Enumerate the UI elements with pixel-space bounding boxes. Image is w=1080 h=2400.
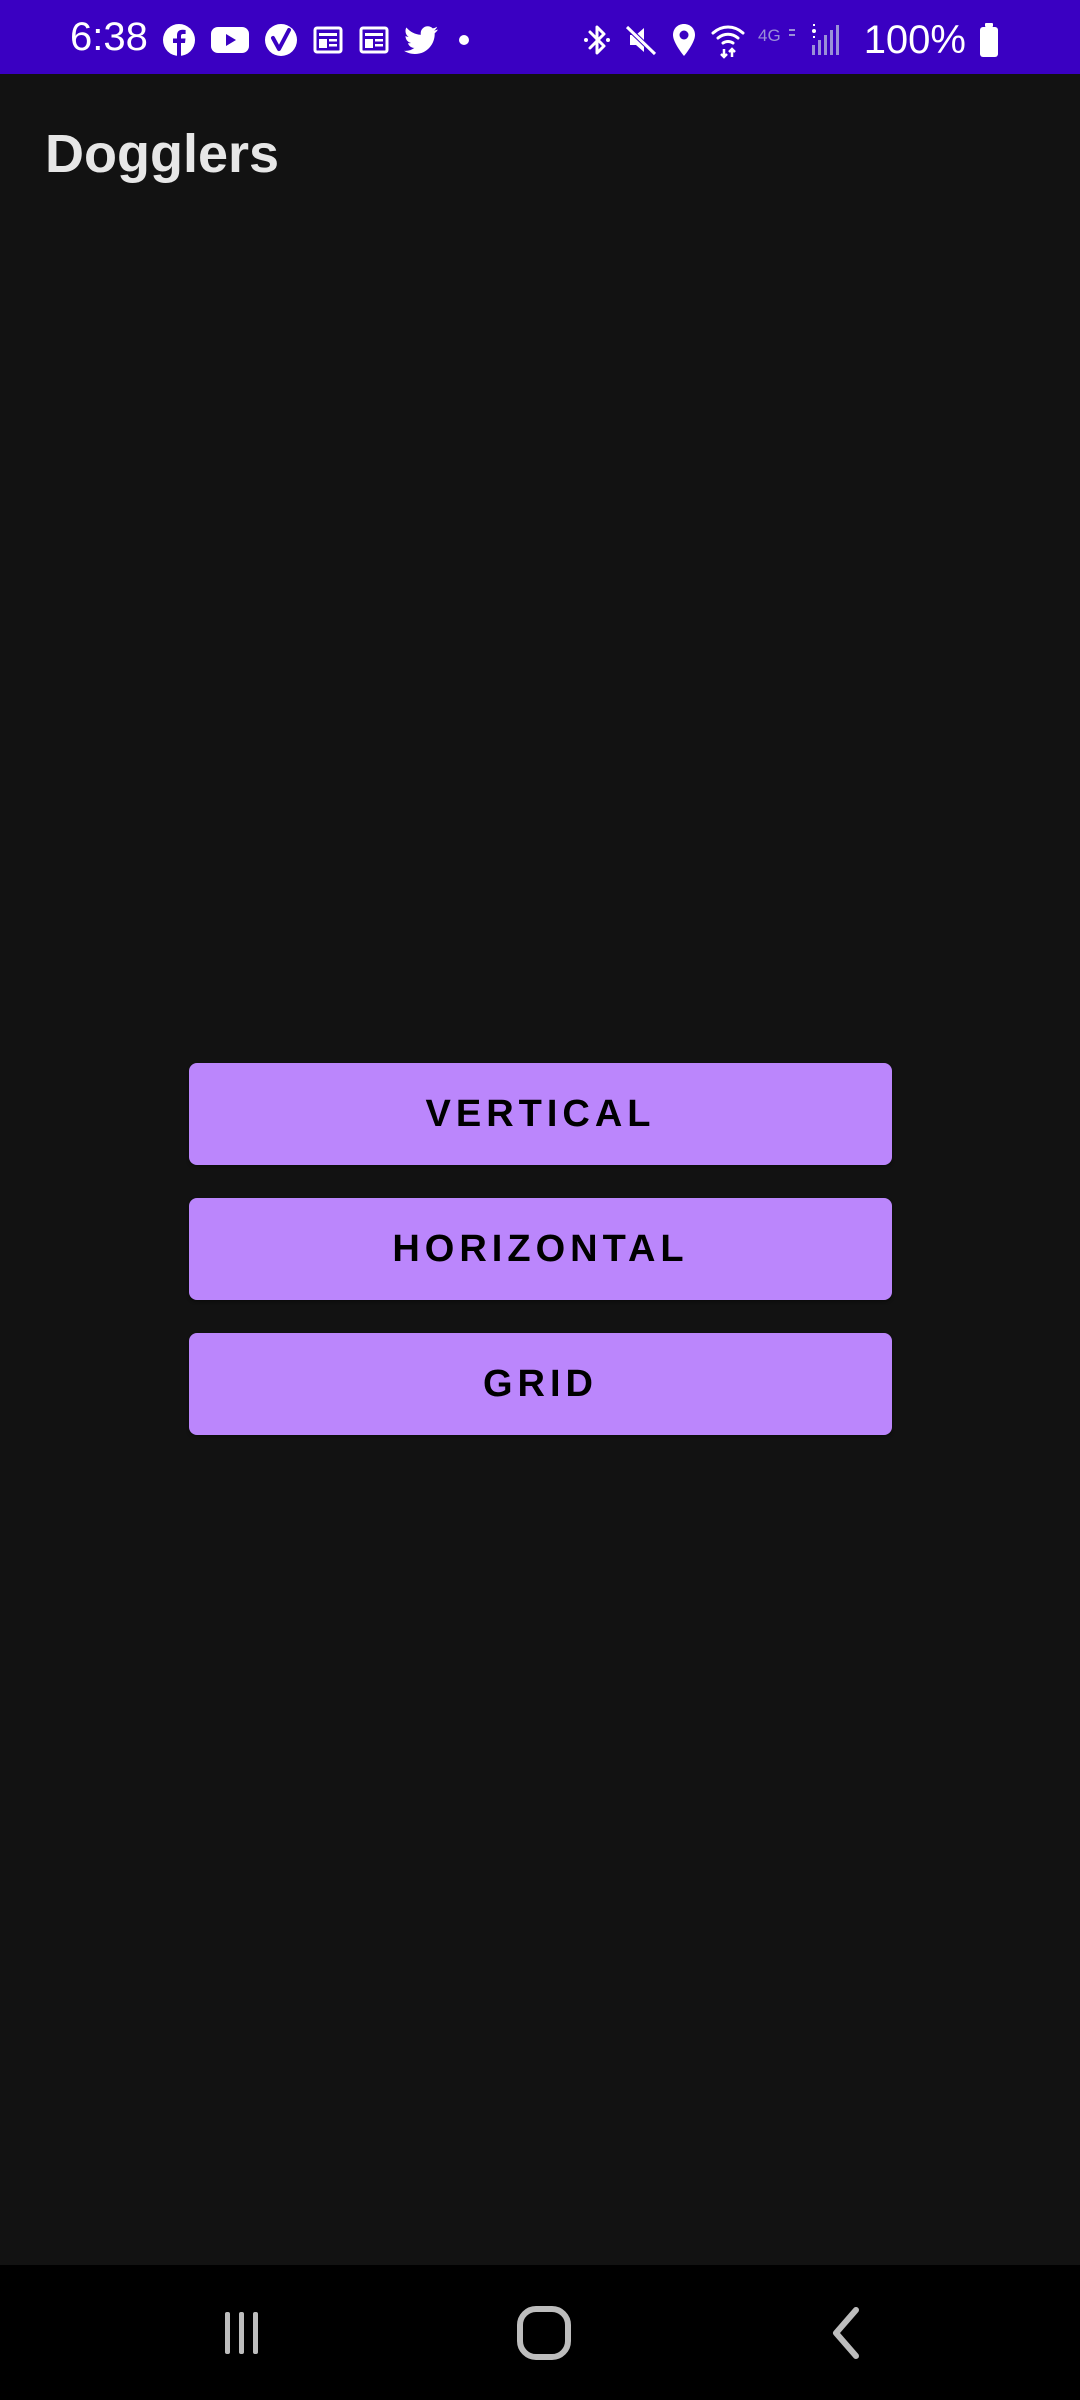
status-bar: 6:38 4G 100%: [0, 0, 1080, 74]
vertical-button-label: VERTICAL: [425, 1092, 656, 1135]
news-icon: [313, 26, 343, 54]
back-button[interactable]: [776, 2265, 916, 2400]
battery-percentage: 100%: [863, 18, 966, 62]
grid-button[interactable]: GRID: [189, 1333, 892, 1435]
notification-icons: [162, 22, 474, 58]
dot-icon: [459, 35, 469, 45]
back-icon: [833, 2306, 859, 2359]
recents-icon: [225, 2311, 258, 2354]
news-icon: [359, 26, 389, 54]
verizon-icon: [265, 24, 297, 56]
4g-lte-icon: 4G: [758, 26, 795, 45]
system-icons: 4G 100%: [582, 18, 1000, 62]
status-time: 6:38: [70, 15, 148, 59]
screen: 6:38 4G 100% Dogglers VERTICAL HORIZONTA…: [0, 0, 1080, 2400]
home-icon: [517, 2305, 571, 2360]
battery-icon: [980, 23, 998, 57]
grid-button-label: GRID: [483, 1362, 598, 1405]
vertical-button[interactable]: VERTICAL: [189, 1063, 892, 1165]
horizontal-button[interactable]: HORIZONTAL: [189, 1198, 892, 1300]
recents-button[interactable]: [172, 2265, 312, 2400]
mute-icon: [624, 25, 657, 56]
home-button[interactable]: [474, 2265, 614, 2400]
bluetooth-icon: [583, 25, 610, 55]
location-icon: [672, 24, 695, 56]
app-title: Dogglers: [45, 124, 280, 184]
youtube-icon: [211, 27, 249, 53]
horizontal-button-label: HORIZONTAL: [392, 1227, 689, 1270]
svg-text:4G: 4G: [758, 26, 781, 45]
signal-icon: [811, 24, 839, 55]
twitter-icon: [404, 26, 438, 54]
facebook-icon: [163, 24, 195, 56]
wifi-icon: [711, 25, 745, 59]
